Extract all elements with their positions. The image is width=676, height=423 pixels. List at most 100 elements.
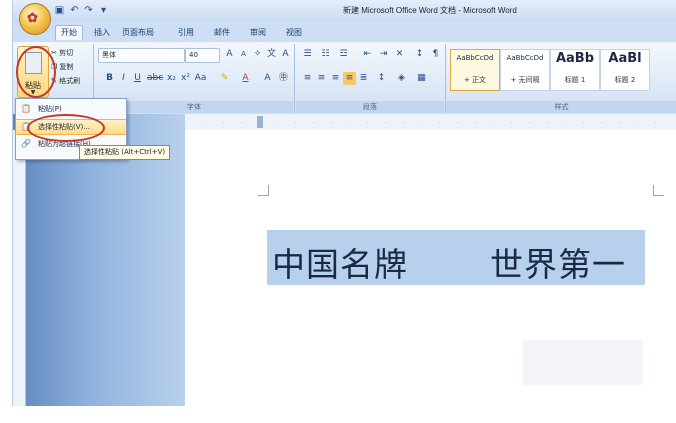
style-name: 标题 2 (614, 76, 636, 84)
document-text[interactable]: 世界第一 (490, 238, 626, 286)
undo-icon[interactable]: ↶ (68, 4, 81, 17)
enclose-char-icon[interactable]: ㊥ (277, 72, 290, 85)
style-heading-1[interactable]: AaBb 标题 1 (550, 49, 600, 91)
ruler-tick: · (655, 120, 657, 126)
justify-icon[interactable]: ≡ (343, 72, 356, 85)
ruler-tick: · (601, 120, 603, 126)
style-normal[interactable]: AaBbCcDd + 正文 (450, 49, 500, 91)
bullets-icon[interactable]: ☰ (301, 48, 314, 61)
style-no-spacing[interactable]: AaBbCcDd + 无间隔 (500, 49, 550, 91)
ruler-tick: · (403, 120, 405, 126)
tab-view[interactable]: 视图 (281, 26, 307, 40)
shading-icon[interactable]: ◈ (395, 72, 408, 85)
style-name: + 无间隔 (510, 76, 540, 84)
customize-icon[interactable]: ▾ (97, 4, 110, 17)
align-center-icon[interactable]: ≡ (315, 72, 328, 85)
ruler-tick: · (565, 120, 567, 126)
numbering-icon[interactable]: ☷ (319, 48, 332, 61)
ruler-tick: · (529, 120, 531, 126)
styles-group-label: 样式 (446, 101, 676, 113)
save-icon[interactable]: ▣ (53, 4, 66, 17)
char-shading-icon[interactable]: A (261, 72, 274, 85)
tab-references[interactable]: 引用 (173, 26, 199, 40)
line-spacing-icon[interactable]: ↕ (375, 72, 388, 85)
ruler-tick: · (583, 120, 585, 126)
strikethrough-icon[interactable]: abc (147, 72, 163, 85)
style-sample: AaBbCcDd (506, 54, 544, 62)
borders-icon[interactable]: ▦ (415, 72, 428, 85)
ribbon-tabs: 开始 插入 页面布局 引用 邮件 审阅 视图 (13, 22, 676, 42)
window-title: 新建 Microsoft Office Word 文档 - Microsoft … (343, 6, 517, 15)
ruler-tick: · (223, 120, 225, 126)
superscript-icon[interactable]: x² (179, 72, 192, 85)
style-heading-2[interactable]: AaBl 标题 2 (600, 49, 650, 91)
tab-page-layout[interactable]: 页面布局 (117, 26, 159, 40)
redo-icon[interactable]: ↷ (82, 4, 95, 17)
subscript-icon[interactable]: x₂ (165, 72, 178, 85)
chinese-layout-icon[interactable]: ✕ (393, 48, 406, 61)
office-logo-icon: ✿ (27, 10, 38, 25)
tab-home[interactable]: 开始 (55, 25, 83, 40)
tab-insert[interactable]: 插入 (89, 26, 115, 40)
ruler-tick: · (259, 120, 261, 126)
document-text[interactable]: 中国名牌 (272, 238, 408, 286)
distributed-icon[interactable]: ≣ (357, 72, 370, 85)
sort-icon[interactable]: ↕ (413, 48, 426, 61)
underline-icon[interactable]: U (131, 72, 144, 85)
grow-font-icon[interactable]: A (223, 48, 236, 61)
style-name: + 正文 (463, 76, 487, 84)
clear-format-icon[interactable]: ✧ (251, 48, 264, 61)
show-marks-icon[interactable]: ¶ (429, 48, 442, 61)
ruler-tick: · (439, 120, 441, 126)
crop-mark (653, 185, 664, 196)
ruler-tick: · (457, 120, 459, 126)
group-divider (294, 44, 295, 112)
ruler-tick: · (385, 120, 387, 126)
bold-icon[interactable]: B (103, 72, 116, 85)
horizontal-ruler[interactable]: · · · · · · · · · · · · · · · · · · · · · · · · · · (185, 114, 676, 131)
vertical-ruler[interactable] (13, 130, 26, 406)
ruler-tick: · (475, 120, 477, 126)
font-size-select[interactable]: 40 (185, 48, 220, 63)
ruler-tick: · (313, 120, 315, 126)
increase-indent-icon[interactable]: ⇥ (377, 48, 390, 61)
copy-label: 复制 (59, 63, 74, 71)
align-left-icon[interactable]: ≡ (301, 72, 314, 85)
paragraph-group-label: 段落 (296, 101, 444, 113)
style-name: 标题 1 (564, 76, 586, 84)
tab-mailings[interactable]: 邮件 (209, 26, 235, 40)
annotation-circle (27, 114, 105, 142)
ruler-tick: · (349, 120, 351, 126)
crop-mark (258, 185, 269, 196)
decrease-indent-icon[interactable]: ⇤ (361, 48, 374, 61)
format-painter-label: 格式刷 (59, 77, 81, 85)
ruler-tick: · (331, 120, 333, 126)
multilevel-list-icon[interactable]: ☲ (337, 48, 350, 61)
cut-button[interactable]: ✂ 剪切 (51, 48, 73, 58)
style-sample: AaBbCcDd (456, 54, 494, 62)
font-name-select[interactable]: 黑体 (98, 48, 185, 63)
char-border-icon[interactable]: A (279, 48, 292, 61)
shrink-font-icon[interactable]: A (237, 48, 250, 61)
annotation-circle (16, 46, 56, 98)
ruler-tick: · (295, 120, 297, 126)
font-color-icon[interactable]: A (239, 72, 252, 85)
watermark-blur (523, 340, 643, 385)
cut-label: 剪切 (59, 49, 74, 57)
ruler-tick: · (277, 120, 279, 126)
office-button[interactable]: ✿ (19, 3, 51, 35)
ruler-tick: · (205, 120, 207, 126)
ruler-tick: · (511, 120, 513, 126)
ruler-tick: · (241, 120, 243, 126)
change-case-icon[interactable]: Aa (194, 72, 207, 85)
paste-icon: 📋 (21, 104, 31, 113)
align-right-icon[interactable]: ≡ (329, 72, 342, 85)
highlight-icon[interactable]: ✎ (218, 72, 231, 85)
style-sample: AaBb (555, 51, 595, 66)
tab-review[interactable]: 审阅 (245, 26, 271, 40)
ruler-tick: · (619, 120, 621, 126)
ruler-tick: · (547, 120, 549, 126)
phonetic-guide-icon[interactable]: 文 (265, 48, 278, 61)
hyperlink-icon: 🔗 (21, 139, 31, 148)
italic-icon[interactable]: I (117, 72, 130, 85)
